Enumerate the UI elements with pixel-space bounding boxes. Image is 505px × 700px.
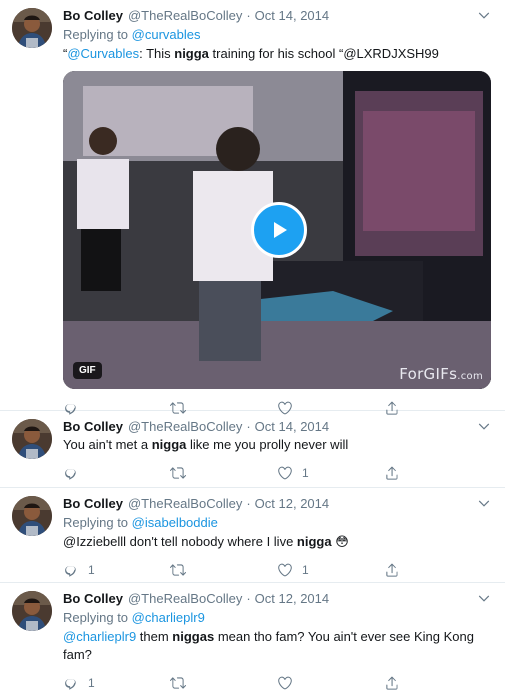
reply-count: 1 [88,676,95,690]
author-handle[interactable]: @TheRealBoColley [128,591,242,607]
author-handle[interactable]: @TheRealBoColley [128,8,242,24]
tweet-text: @Izziebelll don't tell nobody where I li… [63,533,491,551]
text-pre: @Izziebelll don't tell nobody where I li… [63,534,297,549]
tweet-header: Bo Colley @TheRealBoColley · Oct 12, 201… [63,591,491,607]
replying-to-link[interactable]: @curvables [132,27,201,42]
reply-count: 1 [88,563,95,577]
reply-button[interactable] [63,465,170,481]
tweet-date[interactable]: Oct 12, 2014 [255,496,329,512]
tweet-text: “@Curvables: This nigga training for his… [63,45,491,63]
like-icon [277,562,293,578]
tweet-text: You ain't met a nigga like me you prolly… [63,436,491,454]
like-button[interactable] [277,675,384,691]
replying-to-link[interactable]: @isabelboddie [132,515,218,530]
replying-to-link[interactable]: @charlieplr9 [132,610,205,625]
author-name[interactable]: Bo Colley [63,496,123,512]
watermark-suffix: .com [457,371,483,382]
chevron-down-icon[interactable] [477,591,491,605]
mention-link[interactable]: @Curvables [67,46,139,61]
retweet-button[interactable] [170,562,277,578]
share-icon [384,675,400,691]
text-bold: nigga [296,534,332,549]
tweet-text: @charlieplr9 them niggas mean tho fam? Y… [63,628,491,664]
separator: · [246,8,251,23]
play-button[interactable] [251,202,307,258]
avatar[interactable] [12,496,52,536]
tweet[interactable]: Bo Colley @TheRealBoColley · Oct 14, 201… [0,411,505,488]
text-post: like me you prolly never will [186,437,349,452]
tweet[interactable]: Bo Colley @TheRealBoColley · Oct 12, 201… [0,583,505,700]
share-button[interactable] [384,465,491,481]
replying-to: Replying to @isabelboddie [63,514,491,532]
watermark: ForGIFs.com [399,365,483,383]
replying-to: Replying to @curvables [63,26,491,44]
text-bold: nigga [174,46,209,61]
retweet-button[interactable] [170,675,277,691]
reply-icon [63,675,79,691]
like-icon [277,675,293,691]
reply-icon [63,562,79,578]
reply-button[interactable]: 1 [63,675,170,691]
reply-icon [63,465,79,481]
replying-to: Replying to @charlieplr9 [63,609,491,627]
tweet-date[interactable]: Oct 12, 2014 [255,591,329,607]
share-icon [384,562,400,578]
mention-link[interactable]: @charlieplr9 [63,629,136,644]
tweet-date[interactable]: Oct 14, 2014 [255,8,329,24]
like-count: 1 [302,563,309,577]
chevron-down-icon[interactable] [477,8,491,22]
chevron-down-icon[interactable] [477,419,491,433]
text-post: training for his school “@LXRDJXSH99 [208,46,439,61]
replying-label: Replying to [63,27,132,42]
text-mid: : This [139,46,175,61]
avatar[interactable] [12,8,52,48]
separator: · [246,419,251,434]
author-handle[interactable]: @TheRealBoColley [128,496,242,512]
retweet-icon [170,675,186,691]
retweet-button[interactable] [170,465,277,481]
replying-label: Replying to [63,515,132,530]
avatar[interactable] [12,419,52,459]
replying-label: Replying to [63,610,132,625]
tweet-header: Bo Colley @TheRealBoColley · Oct 14, 201… [63,419,491,435]
like-icon [277,465,293,481]
retweet-icon [170,465,186,481]
watermark-text: ForGIFs [399,365,458,383]
tweet[interactable]: Bo Colley @TheRealBoColley · Oct 14, 201… [0,0,505,411]
author-handle[interactable]: @TheRealBoColley [128,419,242,435]
text-bold: niggas [172,629,215,644]
tweet-header: Bo Colley @TheRealBoColley · Oct 14, 201… [63,8,491,24]
separator: · [246,496,251,511]
text-post: 😳 [331,534,349,549]
share-icon [384,465,400,481]
tweet-date[interactable]: Oct 14, 2014 [255,419,329,435]
like-button[interactable]: 1 [277,465,384,481]
share-button[interactable] [384,562,491,578]
tweet-actions: 1 1 [63,554,491,586]
gif-media[interactable]: GIF ForGIFs.com [63,71,491,389]
like-count: 1 [302,466,309,480]
author-name[interactable]: Bo Colley [63,8,123,24]
tweet[interactable]: Bo Colley @TheRealBoColley · Oct 12, 201… [0,488,505,583]
gif-badge: GIF [73,362,102,379]
text-pre: You ain't met a [63,437,152,452]
text-mid: them [136,629,173,644]
play-icon [274,222,287,238]
text-bold: nigga [151,437,187,452]
reply-button[interactable]: 1 [63,562,170,578]
separator: · [246,591,251,606]
share-button[interactable] [384,675,491,691]
retweet-icon [170,562,186,578]
author-name[interactable]: Bo Colley [63,419,123,435]
author-name[interactable]: Bo Colley [63,591,123,607]
tweet-actions: 1 [63,667,491,699]
like-button[interactable]: 1 [277,562,384,578]
tweet-actions: 1 [63,457,491,489]
chevron-down-icon[interactable] [477,496,491,510]
tweet-header: Bo Colley @TheRealBoColley · Oct 12, 201… [63,496,491,512]
avatar[interactable] [12,591,52,631]
